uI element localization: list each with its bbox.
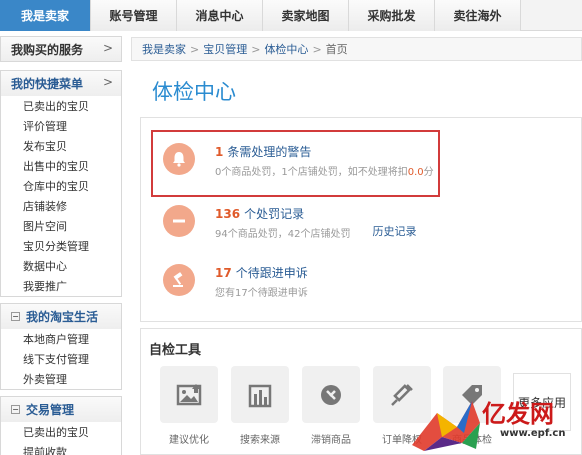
tab-seller-map[interactable]: 卖家地图 [263, 0, 349, 31]
watermark-text: 亿发网 [482, 399, 554, 428]
image-upload-icon [160, 366, 218, 423]
page-title: 体检中心 [152, 80, 236, 104]
penalty-title[interactable]: 136 个处罚记录 [215, 205, 416, 222]
collapse-icon[interactable]: − [11, 312, 20, 321]
bell-icon [163, 143, 195, 175]
appeal-sub: 您有17个待跟进申诉 [215, 288, 308, 299]
tab-overseas[interactable]: 卖往海外 [435, 0, 521, 31]
sidebar-item[interactable]: 外卖管理 [1, 369, 121, 389]
sidebar-item[interactable]: 发布宝贝 [1, 136, 121, 156]
sidebar-trade-title[interactable]: − 交易管理 [1, 396, 121, 422]
breadcrumb-seller[interactable]: 我是卖家 [142, 41, 186, 57]
sidebar-item[interactable]: 店铺装修 [1, 196, 121, 216]
tab-wholesale[interactable]: 采购批发 [349, 0, 435, 31]
sidebar-trade-title-label: 交易管理 [26, 403, 75, 417]
breadcrumb-current: 首页 [325, 43, 348, 56]
tool-unsold-label: 滞销商品 [311, 435, 351, 446]
tool-search-source-label: 搜索来源 [240, 435, 280, 446]
sidebar-bought-services[interactable]: 我购买的服务 > [0, 36, 122, 62]
no-sale-icon [302, 366, 360, 423]
sidebar-life-title-label: 我的淘宝生活 [26, 310, 99, 324]
sidebar-item[interactable]: 已卖出的宝贝 [1, 422, 121, 442]
gavel-icon [163, 264, 195, 296]
sidebar-quick-title-label: 我的快捷菜单 [11, 77, 84, 91]
sidebar-item[interactable]: 评价管理 [1, 116, 121, 136]
chart-icon [231, 366, 289, 423]
sidebar-item[interactable]: 宝贝分类管理 [1, 236, 121, 256]
warning-title[interactable]: 1 条需处理的警告 [215, 143, 434, 160]
sidebar-item[interactable]: 数据中心 [1, 256, 121, 276]
appeal-count: 17 [215, 266, 232, 280]
sidebar-item[interactable]: 出售中的宝贝 [1, 156, 121, 176]
breadcrumb-separator: > [190, 42, 200, 56]
penalty-count: 136 [215, 207, 241, 221]
tool-optimize[interactable]: 建议优化 [160, 366, 218, 446]
tab-seller[interactable]: 我是卖家 [0, 0, 91, 31]
watermark-url: www.epf.cn [500, 428, 566, 439]
tool-search-source[interactable]: 搜索来源 [231, 366, 289, 446]
sidebar-life-title[interactable]: − 我的淘宝生活 [1, 303, 121, 329]
penalty-sub-row: 94个商品处罚，42个店铺处罚 历史记录 [215, 225, 416, 240]
warning-sub: 0个商品处罚，1个店铺处罚，如不处理将扣0.0分 [215, 163, 434, 178]
sidebar-item[interactable]: 我要推广 [1, 276, 121, 296]
tool-optimize-label: 建议优化 [169, 435, 209, 446]
penalty-item[interactable]: 136 个处罚记录 94个商品处罚，42个店铺处罚 历史记录 [163, 205, 416, 240]
warning-sub-prefix: 0个商品处罚，1个店铺处罚，如不处理将扣 [215, 167, 408, 178]
breadcrumb-separator: > [251, 42, 261, 56]
tools-title: 自检工具 [149, 343, 202, 358]
tab-messages[interactable]: 消息中心 [177, 0, 263, 31]
sidebar-item[interactable]: 提前收款 [1, 442, 121, 455]
top-nav: 我是卖家 账号管理 消息中心 卖家地图 采购批发 卖往海外 [0, 0, 582, 31]
sidebar-quick-menu: 我的快捷菜单 > 已卖出的宝贝 评价管理 发布宝贝 出售中的宝贝 仓库中的宝贝 店铺装修图… [0, 70, 122, 297]
minus-icon [163, 205, 195, 237]
tool-unsold[interactable]: 滞销商品 [302, 366, 360, 446]
sidebar-item[interactable]: 仓库中的宝贝 [1, 176, 121, 196]
penalty-label: 个处罚记录 [244, 207, 305, 221]
warning-item[interactable]: 1 条需处理的警告 0个商品处罚，1个店铺处罚，如不处理将扣0.0分 [163, 143, 434, 178]
sidebar-quick-title[interactable]: 我的快捷菜单 > [1, 70, 121, 96]
breadcrumb: 我是卖家 > 宝贝管理 > 体检中心 > 首页 [131, 37, 582, 61]
collapse-icon[interactable]: − [11, 405, 20, 414]
warning-label: 条需处理的警告 [227, 145, 312, 159]
sidebar-bought-label: 我购买的服务 [11, 42, 84, 57]
breadcrumb-separator: > [312, 42, 322, 56]
chevron-right-icon: > [102, 41, 113, 55]
warning-score: 0.0 [407, 167, 424, 178]
penalty-sub: 94个商品处罚，42个店铺处罚 [215, 229, 351, 240]
sidebar-item[interactable]: 本地商户管理 [1, 329, 121, 349]
sidebar: 我购买的服务 > 我的快捷菜单 > 已卖出的宝贝 评价管理 发布宝贝 出售中的宝贝 仓库… [0, 36, 122, 455]
sidebar-trade-list: 已卖出的宝贝 提前收款 [1, 422, 121, 455]
sidebar-item[interactable]: 线下支付管理 [1, 349, 121, 369]
sidebar-life: − 我的淘宝生活 本地商户管理 线下支付管理 外卖管理 [0, 303, 122, 390]
appeal-item[interactable]: 17 个待跟进申诉 您有17个待跟进申诉 [163, 264, 308, 299]
sidebar-item[interactable]: 已卖出的宝贝 [1, 96, 121, 116]
history-link[interactable]: 历史记录 [372, 223, 416, 240]
warning-count: 1 [215, 145, 224, 159]
breadcrumb-product-mgmt[interactable]: 宝贝管理 [203, 41, 247, 57]
sidebar-quick-list: 已卖出的宝贝 评价管理 发布宝贝 出售中的宝贝 仓库中的宝贝 店铺装修 图片空间 宝贝分类管理… [1, 96, 121, 296]
warning-sub-suffix: 分 [423, 167, 434, 178]
breadcrumb-checkup[interactable]: 体检中心 [264, 41, 308, 57]
sidebar-trade: − 交易管理 已卖出的宝贝 提前收款 [0, 396, 122, 455]
sidebar-life-list: 本地商户管理 线下支付管理 外卖管理 [1, 329, 121, 389]
tab-account[interactable]: 账号管理 [91, 0, 177, 31]
chevron-right-icon: > [102, 75, 113, 89]
appeal-title[interactable]: 17 个待跟进申诉 [215, 264, 308, 281]
sidebar-item[interactable]: 图片空间 [1, 216, 121, 236]
appeal-label: 个待跟进申诉 [235, 266, 308, 280]
